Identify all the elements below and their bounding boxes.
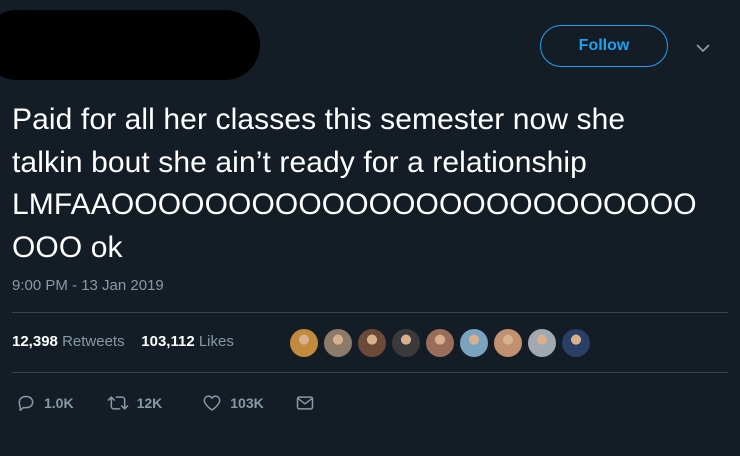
liker-avatar[interactable] xyxy=(288,327,320,359)
retweet-count: 12K xyxy=(136,395,163,411)
retweet-icon xyxy=(107,396,128,410)
likes-stat[interactable]: 103,112 Likes xyxy=(141,333,234,350)
divider xyxy=(12,312,728,313)
liker-avatar[interactable] xyxy=(458,327,490,359)
reply-icon xyxy=(18,395,34,412)
tweet-text-line: talkin bout she ain’t ready for a relati… xyxy=(12,145,587,179)
likes-count: 103,112 xyxy=(141,333,195,350)
retweets-stat[interactable]: 12,398 Retweets xyxy=(12,333,125,350)
redacted-user-name xyxy=(0,10,260,80)
liker-avatar[interactable] xyxy=(322,327,354,359)
follow-button[interactable]: Follow xyxy=(540,25,668,67)
liker-avatar[interactable] xyxy=(390,327,422,359)
liker-avatar[interactable] xyxy=(492,327,524,359)
envelope-icon xyxy=(296,396,313,410)
tweet-text-line: OOO ok xyxy=(12,230,123,264)
liker-avatar[interactable] xyxy=(424,327,456,359)
liker-avatar[interactable] xyxy=(356,327,388,359)
chevron-down-icon xyxy=(696,44,710,52)
tweet-timestamp[interactable]: 9:00 PM - 13 Jan 2019 xyxy=(12,277,164,294)
divider xyxy=(12,372,728,373)
tweet-page: Follow Paid for all her classes this sem… xyxy=(0,0,740,456)
reply-button[interactable]: 1.0K xyxy=(16,393,74,413)
direct-message-button[interactable] xyxy=(295,394,315,412)
tweet-text-line: Paid for all her classes this semester n… xyxy=(12,103,626,136)
retweets-count: 12,398 xyxy=(12,333,58,350)
more-options-button[interactable] xyxy=(693,38,713,58)
like-count: 103K xyxy=(230,395,264,411)
liker-avatar[interactable] xyxy=(526,327,558,359)
reply-count: 1.0K xyxy=(44,395,74,411)
heart-icon xyxy=(203,395,221,411)
tweet-actions: 1.0K 12K 103K xyxy=(16,392,315,414)
engagement-stats: 12,398 Retweets 103,112 Likes xyxy=(12,333,234,350)
follow-button-label: Follow xyxy=(578,37,630,54)
likes-label: Likes xyxy=(198,333,234,350)
like-button[interactable]: 103K xyxy=(202,393,264,413)
tweet-text: Paid for all her classes this semester n… xyxy=(12,99,728,269)
liker-avatars xyxy=(288,327,594,361)
tweet-text-line: LMFAAOOOOOOOOOOOOOOOOOOOOOOOOO xyxy=(12,188,697,221)
retweets-label: Retweets xyxy=(62,333,125,350)
retweet-button[interactable]: 12K xyxy=(107,393,163,413)
liker-avatar[interactable] xyxy=(560,327,592,359)
